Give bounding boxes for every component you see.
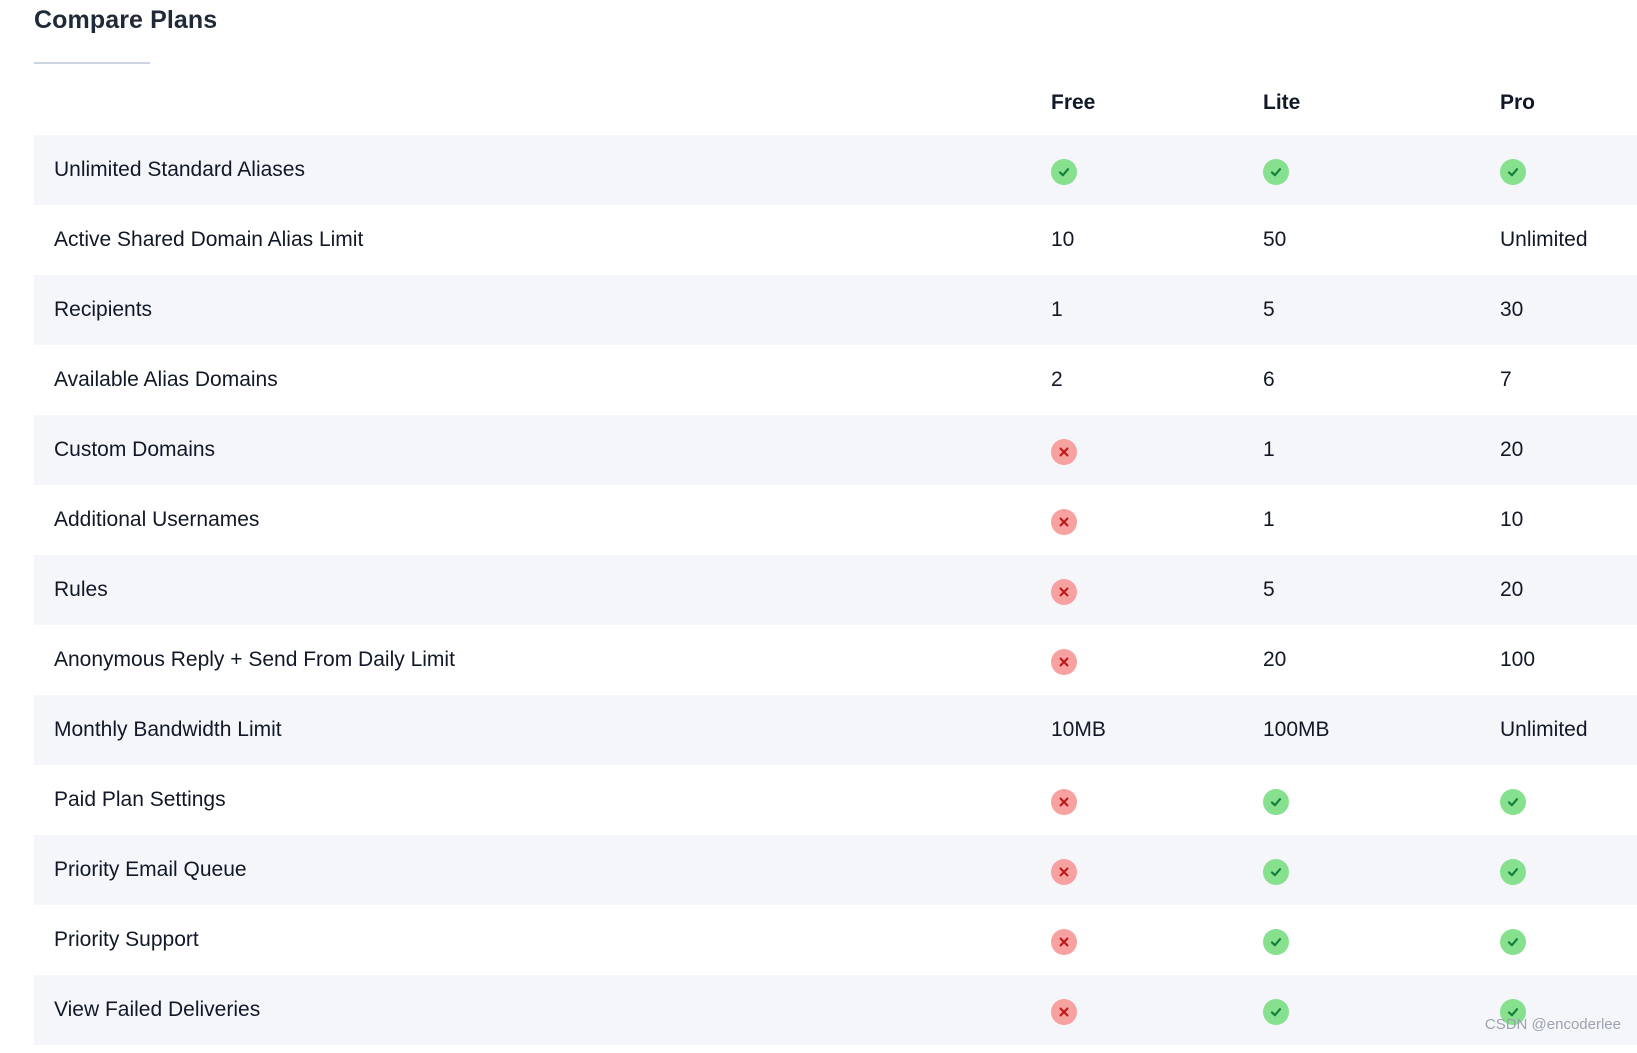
plan-value-free bbox=[1051, 997, 1263, 1025]
check-circle-icon bbox=[1500, 159, 1526, 185]
header-plan-pro: Pro bbox=[1500, 90, 1536, 114]
plan-value-pro bbox=[1500, 857, 1637, 885]
feature-label: Available Alias Domains bbox=[54, 368, 278, 391]
check-circle-icon bbox=[1263, 159, 1289, 185]
feature-label: Custom Domains bbox=[54, 438, 216, 461]
plan-value-lite: 6 bbox=[1263, 368, 1275, 391]
x-circle-icon bbox=[1051, 859, 1077, 885]
page-title: Compare Plans bbox=[34, 6, 218, 34]
feature-label: Priority Email Queue bbox=[54, 858, 247, 881]
plan-value-pro: 7 bbox=[1500, 368, 1512, 391]
feature-label: Priority Support bbox=[54, 928, 199, 951]
header-plan-lite: Lite bbox=[1263, 90, 1301, 114]
check-circle-icon bbox=[1500, 789, 1526, 815]
feature-label: Additional Usernames bbox=[54, 508, 260, 531]
plan-value-free bbox=[1051, 787, 1263, 815]
table-row: Paid Plan Settings bbox=[34, 765, 1637, 835]
table-row: Monthly Bandwidth Limit 10MB 100MB Unlimite… bbox=[34, 695, 1637, 765]
plan-value-pro: Unlimited bbox=[1500, 228, 1588, 251]
plan-value-pro: 20 bbox=[1500, 438, 1524, 461]
check-circle-icon bbox=[1051, 159, 1077, 185]
title-underline bbox=[34, 62, 150, 64]
x-circle-icon bbox=[1051, 929, 1077, 955]
plan-value-lite: 1 bbox=[1263, 438, 1275, 461]
feature-label: Rules bbox=[54, 578, 108, 601]
plan-value-free bbox=[1051, 647, 1263, 675]
plan-comparison-table: Free Lite Pro Unlimited Standard Aliases… bbox=[34, 70, 1637, 1045]
table-row: Custom Domains 1 20 bbox=[34, 415, 1637, 485]
x-circle-icon bbox=[1051, 439, 1077, 465]
feature-label: Paid Plan Settings bbox=[54, 788, 226, 811]
plan-value-pro: 20 bbox=[1500, 578, 1524, 601]
plan-value-lite: 1 bbox=[1263, 508, 1275, 531]
check-circle-icon bbox=[1500, 859, 1526, 885]
table-row: Priority Support bbox=[34, 905, 1637, 975]
check-circle-icon bbox=[1263, 929, 1289, 955]
table-row: Rules 5 20 bbox=[34, 555, 1637, 625]
check-circle-icon bbox=[1263, 999, 1289, 1025]
compare-plans-page: Compare Plans Free Lite Pro Unlimited St… bbox=[0, 0, 1637, 1053]
plan-value-lite: 5 bbox=[1263, 578, 1275, 601]
feature-label: Monthly Bandwidth Limit bbox=[54, 718, 282, 741]
plan-value-lite bbox=[1263, 157, 1500, 185]
header-plan-free: Free bbox=[1051, 90, 1096, 114]
table-row: Available Alias Domains 2 6 7 bbox=[34, 345, 1637, 415]
plan-value-lite: 50 bbox=[1263, 228, 1287, 251]
plan-value-lite bbox=[1263, 997, 1500, 1025]
check-circle-icon bbox=[1263, 859, 1289, 885]
plan-value-pro bbox=[1500, 927, 1637, 955]
plan-value-free bbox=[1051, 507, 1263, 535]
feature-label: View Failed Deliveries bbox=[54, 998, 261, 1021]
x-circle-icon bbox=[1051, 999, 1077, 1025]
plan-value-lite bbox=[1263, 927, 1500, 955]
x-circle-icon bbox=[1051, 509, 1077, 535]
check-circle-icon bbox=[1500, 929, 1526, 955]
plan-value-pro bbox=[1500, 157, 1637, 185]
table-header-row: Free Lite Pro bbox=[34, 70, 1637, 135]
plan-value-lite: 5 bbox=[1263, 298, 1275, 321]
feature-label: Unlimited Standard Aliases bbox=[54, 158, 305, 181]
table-row: Additional Usernames 1 10 bbox=[34, 485, 1637, 555]
plan-value-pro bbox=[1500, 787, 1637, 815]
plan-value-free bbox=[1051, 157, 1263, 185]
plan-value-lite: 20 bbox=[1263, 648, 1287, 671]
x-circle-icon bbox=[1051, 789, 1077, 815]
plan-value-lite bbox=[1263, 857, 1500, 885]
table-row: Anonymous Reply + Send From Daily Limit 2… bbox=[34, 625, 1637, 695]
plan-value-pro: Unlimited bbox=[1500, 718, 1588, 741]
table-row: Active Shared Domain Alias Limit 10 50 Unli… bbox=[34, 205, 1637, 275]
plan-value-free: 10MB bbox=[1051, 718, 1106, 741]
plan-value-free bbox=[1051, 577, 1263, 605]
plan-value-lite bbox=[1263, 787, 1500, 815]
table-row: Priority Email Queue bbox=[34, 835, 1637, 905]
plan-value-free bbox=[1051, 437, 1263, 465]
plan-value-free bbox=[1051, 927, 1263, 955]
feature-label: Anonymous Reply + Send From Daily Limit bbox=[54, 648, 455, 671]
plan-value-lite: 100MB bbox=[1263, 718, 1330, 741]
table-row: View Failed Deliveries bbox=[34, 975, 1637, 1045]
table-body: Unlimited Standard Aliases Active Shared … bbox=[34, 135, 1637, 1045]
plan-value-free: 1 bbox=[1051, 298, 1063, 321]
feature-label: Recipients bbox=[54, 298, 153, 321]
plan-value-free: 2 bbox=[1051, 368, 1063, 391]
plan-value-free bbox=[1051, 857, 1263, 885]
feature-label: Active Shared Domain Alias Limit bbox=[54, 228, 364, 251]
x-circle-icon bbox=[1051, 579, 1077, 605]
check-circle-icon bbox=[1263, 789, 1289, 815]
plan-value-pro: 30 bbox=[1500, 298, 1524, 321]
plan-value-pro: 100 bbox=[1500, 648, 1536, 671]
plan-value-free: 10 bbox=[1051, 228, 1075, 251]
table-row: Recipients 1 5 30 bbox=[34, 275, 1637, 345]
plan-value-pro: 10 bbox=[1500, 508, 1524, 531]
table-row: Unlimited Standard Aliases bbox=[34, 135, 1637, 205]
watermark: CSDN @encoderlee bbox=[1484, 1016, 1621, 1033]
x-circle-icon bbox=[1051, 649, 1077, 675]
